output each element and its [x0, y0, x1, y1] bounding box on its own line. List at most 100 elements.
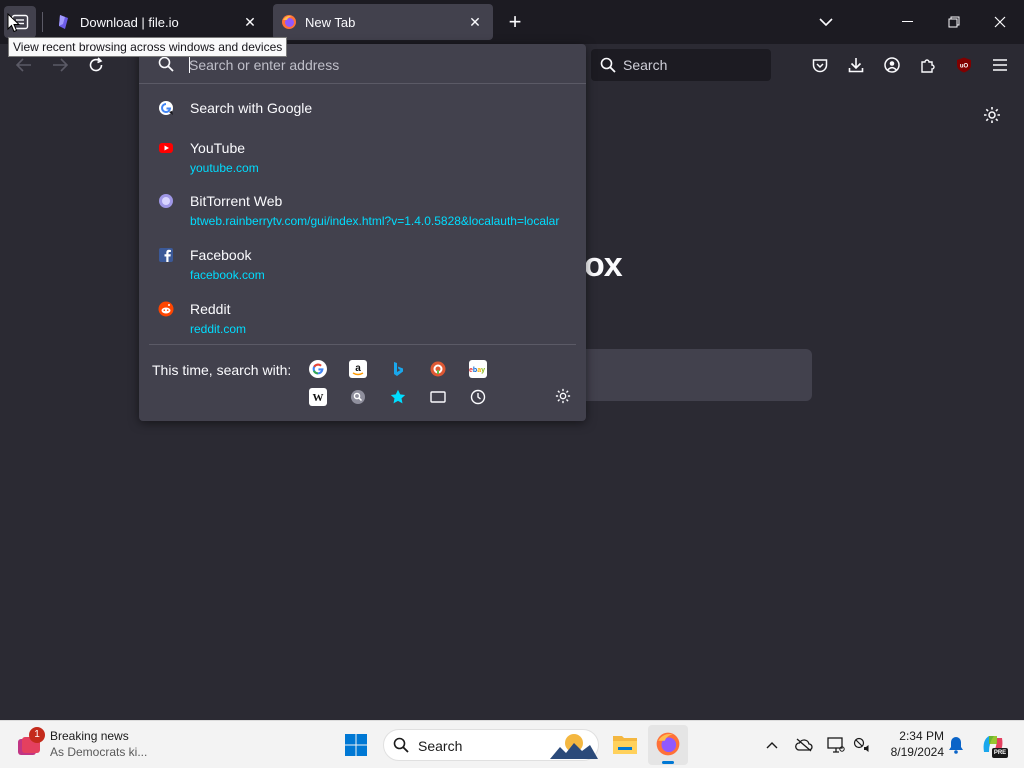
mouse-cursor-icon: [7, 13, 21, 33]
svg-text:a: a: [355, 363, 361, 374]
result-title: YouTube: [190, 140, 246, 156]
history-search-button[interactable]: [469, 388, 487, 406]
one-off-search-label: This time, search with:: [152, 362, 292, 378]
clock[interactable]: 2:34 PM 8/19/2024: [880, 728, 944, 762]
account-icon: [884, 57, 900, 73]
reddit-icon: [158, 301, 174, 317]
windows-taskbar: 1 Breaking news As Democrats ki... Searc…: [0, 720, 1024, 768]
notifications-button[interactable]: [946, 735, 966, 755]
downloads-button[interactable]: [842, 51, 870, 79]
clock-date: 8/19/2024: [890, 745, 944, 759]
tab-new-tab[interactable]: New Tab ✕: [273, 4, 493, 40]
restore-button[interactable]: [932, 6, 976, 38]
search-bar-placeholder: Search: [623, 57, 668, 73]
preview-badge: PRE: [992, 748, 1008, 758]
show-hidden-icons-button[interactable]: [762, 735, 782, 755]
search-icon: [600, 57, 616, 73]
result-url: facebook.com: [190, 268, 265, 282]
svg-text:ebay: ebay: [469, 367, 485, 374]
news-widget[interactable]: 1 Breaking news As Democrats ki...: [16, 727, 166, 763]
list-all-tabs-button[interactable]: [814, 12, 838, 32]
active-app-indicator: [662, 761, 674, 764]
search-icon: [393, 737, 409, 753]
bittorrent-icon: [159, 194, 173, 208]
ublock-origin-icon: uO: [957, 57, 971, 73]
urlbar-result-reddit[interactable]: Reddit reddit.com: [139, 295, 586, 345]
taskbar-search-placeholder: Search: [418, 738, 463, 754]
close-window-button[interactable]: [978, 6, 1022, 38]
facebook-icon: [159, 248, 173, 262]
onedrive-status-button[interactable]: [794, 735, 814, 755]
urlbar-result-bittorrent[interactable]: BitTorrent Web btweb.rainberrytv.com/gui…: [139, 187, 586, 237]
search-engine-button[interactable]: [349, 388, 367, 406]
app-menu-button[interactable]: [986, 51, 1014, 79]
urlbar-dropdown: Search with Google YouTube youtube.com B…: [139, 44, 586, 421]
url-input[interactable]: [189, 54, 569, 76]
bell-icon: [949, 737, 963, 754]
result-url: btweb.rainberrytv.com/gui/index.html?v=1…: [190, 214, 560, 228]
arrow-left-icon: [16, 58, 31, 72]
svg-text:W: W: [313, 392, 324, 404]
network-volume-button[interactable]: [852, 735, 872, 755]
search-icon: [158, 56, 174, 72]
result-title: BitTorrent Web: [190, 193, 283, 209]
urlbar-result-youtube[interactable]: YouTube youtube.com: [139, 134, 586, 184]
close-icon: [994, 16, 1006, 28]
new-tab-button[interactable]: +: [503, 10, 527, 34]
tab-file-io[interactable]: Download | file.io ✕: [48, 4, 268, 40]
divider: [149, 344, 576, 345]
urlbar-result-facebook[interactable]: Facebook facebook.com: [139, 241, 586, 291]
bing-icon: [394, 362, 403, 376]
google-engine-button[interactable]: [309, 360, 327, 378]
gear-icon: [555, 388, 571, 404]
clock-icon: [470, 389, 486, 405]
display-settings-button[interactable]: [826, 735, 846, 755]
bing-engine-button[interactable]: [389, 360, 407, 378]
news-title: Breaking news: [50, 729, 129, 743]
restore-icon: [948, 16, 960, 28]
hamburger-menu-icon: [993, 59, 1007, 71]
ebay-icon: ebay: [469, 367, 485, 374]
chevron-up-icon: [766, 742, 778, 749]
duckduckgo-engine-button[interactable]: [429, 360, 447, 378]
news-subtitle: As Democrats ki...: [50, 745, 148, 759]
taskbar-search[interactable]: Search: [383, 729, 599, 761]
tab-close-button[interactable]: ✕: [467, 14, 483, 30]
start-button[interactable]: [344, 733, 368, 757]
tab-divider: [42, 12, 43, 32]
result-title: Reddit: [190, 301, 231, 317]
copilot-button[interactable]: PRE: [980, 732, 1008, 758]
firefox-favicon-icon: [282, 15, 296, 29]
google-icon: [159, 101, 173, 115]
ebay-engine-button[interactable]: ebay: [469, 360, 487, 378]
amazon-engine-button[interactable]: a: [349, 360, 367, 378]
windows-logo-icon: [345, 734, 367, 756]
extensions-button[interactable]: [914, 51, 942, 79]
svg-text:uO: uO: [960, 64, 969, 70]
personalize-new-tab-button[interactable]: [983, 106, 1003, 126]
result-url: reddit.com: [190, 322, 247, 336]
magnifier-icon: [351, 390, 365, 404]
firefox-taskbar-button[interactable]: [648, 725, 688, 765]
new-tab-search-box[interactable]: [560, 349, 812, 401]
file-explorer-button[interactable]: [612, 733, 638, 757]
tab-title: New Tab: [305, 14, 356, 30]
account-button[interactable]: [878, 51, 906, 79]
minimize-button[interactable]: [886, 6, 930, 38]
bookmarks-search-button[interactable]: [389, 388, 407, 406]
pocket-icon: [812, 58, 828, 72]
result-title: Search with Google: [190, 100, 313, 116]
result-url: youtube.com: [190, 161, 259, 175]
firefox-wordmark: ox: [584, 246, 623, 284]
pocket-button[interactable]: [806, 51, 834, 79]
ublock-origin-button[interactable]: uO: [950, 51, 978, 79]
star-icon: [390, 389, 406, 404]
search-settings-button[interactable]: [555, 388, 573, 406]
clock-time: 2:34 PM: [899, 729, 944, 743]
notification-badge: 1: [29, 727, 45, 743]
wikipedia-engine-button[interactable]: W: [309, 388, 327, 406]
tab-close-button[interactable]: ✕: [242, 14, 258, 30]
gear-icon: [984, 107, 1000, 123]
search-bar[interactable]: Search: [591, 49, 771, 81]
tabs-search-button[interactable]: [429, 388, 447, 406]
